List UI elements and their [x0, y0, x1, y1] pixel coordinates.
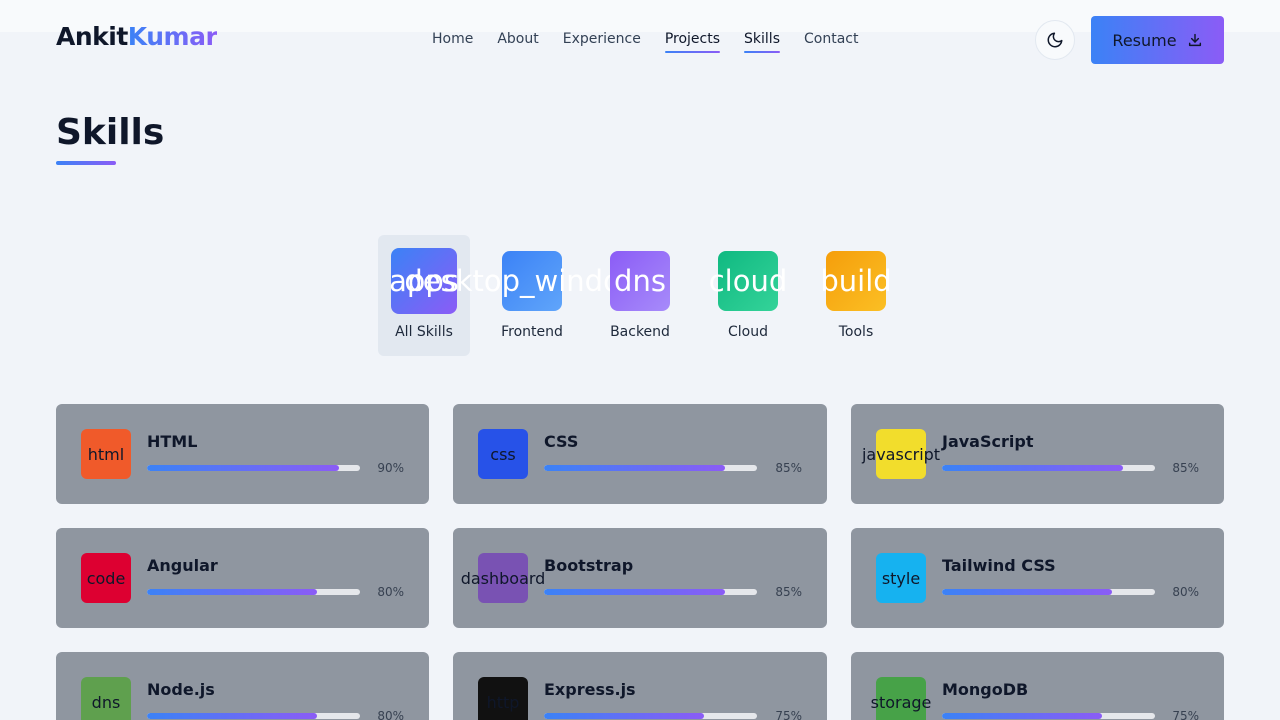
nav-link-about[interactable]: About — [497, 31, 538, 53]
skill-card-angular: code Angular 80% — [56, 528, 429, 628]
build-icon: build — [820, 251, 892, 311]
code-icon: code — [81, 553, 131, 603]
skill-progress-fill — [942, 465, 1124, 471]
skill-card-bootstrap: dashboard Bootstrap 85% — [453, 528, 827, 628]
tab-label: All Skills — [395, 324, 453, 340]
skill-progress-fill — [544, 713, 704, 719]
skill-name: HTML — [147, 432, 198, 451]
tab-label: Backend — [610, 324, 670, 340]
skill-progress-fill — [147, 589, 318, 595]
section-title: Skills — [56, 112, 165, 153]
skill-progress-bar — [147, 589, 360, 595]
skill-name: JavaScript — [942, 432, 1034, 451]
skill-percent: 90% — [377, 461, 404, 475]
tab-frontend[interactable]: desktop_windows Frontend — [404, 235, 660, 356]
skill-progress-bar — [942, 589, 1155, 595]
style-icon: style — [876, 553, 926, 603]
skill-percent: 75% — [775, 709, 802, 720]
theme-toggle-button[interactable] — [1035, 20, 1075, 60]
skill-name: Bootstrap — [544, 556, 634, 575]
logo-last-name: Kumar — [127, 22, 218, 51]
desktop-windows-icon: desktop_windows — [404, 251, 660, 311]
skill-percent: 80% — [377, 709, 404, 720]
skill-name: Node.js — [147, 680, 215, 699]
logo-first-name: Ankit — [56, 22, 128, 51]
skill-progress-fill — [147, 465, 339, 471]
site-logo[interactable]: Ankit Kumar — [56, 22, 218, 51]
skill-progress-fill — [942, 713, 1102, 719]
skill-percent: 80% — [377, 585, 404, 599]
skill-progress-bar — [544, 465, 757, 471]
skill-percent: 80% — [1172, 585, 1199, 599]
nav-link-contact[interactable]: Contact — [804, 31, 858, 53]
skill-progress-fill — [942, 589, 1113, 595]
tab-backend[interactable]: dns Backend — [594, 235, 686, 356]
moon-icon — [1047, 32, 1063, 48]
tab-label: Tools — [838, 324, 874, 340]
skill-name: Express.js — [544, 680, 636, 699]
storage-icon: storage — [871, 677, 931, 720]
skill-name: CSS — [544, 432, 579, 451]
http-icon: http — [478, 677, 528, 720]
nav-link-skills[interactable]: Skills — [744, 31, 780, 53]
nav-link-home[interactable]: Home — [432, 31, 473, 53]
tab-label: Cloud — [728, 324, 768, 340]
tab-tools[interactable]: build Tools — [810, 235, 902, 356]
skill-percent: 85% — [775, 585, 802, 599]
skill-progress-bar — [942, 465, 1155, 471]
skill-name: MongoDB — [942, 680, 1029, 699]
tab-cloud[interactable]: cloud Cloud — [702, 235, 794, 356]
skill-card-javascript: javascript JavaScript 85% — [851, 404, 1224, 504]
skill-name: Tailwind CSS — [942, 556, 1056, 575]
skill-name: Angular — [147, 556, 218, 575]
skill-card-mongodb: storage MongoDB 75% — [851, 652, 1224, 720]
skill-progress-bar — [544, 713, 757, 719]
cloud-icon: cloud — [709, 251, 787, 311]
skill-progress-bar — [147, 465, 360, 471]
resume-label: Resume — [1112, 30, 1177, 50]
dns-icon: dns — [81, 677, 131, 720]
skill-card-express-js: http Express.js 75% — [453, 652, 827, 720]
html-icon: html — [81, 429, 131, 479]
resume-button[interactable]: Resume — [1091, 16, 1224, 64]
skill-card-html: html HTML 90% — [56, 404, 429, 504]
skill-progress-bar — [544, 589, 757, 595]
download-icon — [1188, 33, 1201, 47]
nav-link-experience[interactable]: Experience — [563, 31, 641, 53]
nav-link-projects[interactable]: Projects — [664, 31, 721, 53]
dns-icon: dns — [610, 251, 670, 311]
skill-progress-fill — [544, 465, 726, 471]
title-underline — [56, 161, 116, 165]
skill-percent: 75% — [1172, 709, 1199, 720]
dashboard-icon: dashboard — [461, 553, 545, 603]
skill-card-node-js: dns Node.js 80% — [56, 652, 429, 720]
skill-percent: 85% — [1172, 461, 1199, 475]
skill-progress-bar — [942, 713, 1155, 719]
skill-card-tailwind-css: style Tailwind CSS 80% — [851, 528, 1224, 628]
skill-card-css: css CSS 85% — [453, 404, 827, 504]
skill-progress-fill — [544, 589, 726, 595]
main-nav: Home About Experience Projects Skills Contact — [432, 31, 858, 53]
tab-label: Frontend — [501, 324, 563, 340]
css-icon: css — [478, 429, 528, 479]
skill-progress-bar — [147, 713, 360, 719]
skill-percent: 85% — [775, 461, 802, 475]
skills-grid: html HTML 90% css CSS 85% javascript JavaScript… — [56, 404, 1224, 720]
skill-progress-fill — [147, 713, 318, 719]
skill-category-tabs: apps All Skills desktop_windows Frontend dns… — [378, 235, 902, 356]
javascript-icon: javascript — [862, 429, 940, 479]
